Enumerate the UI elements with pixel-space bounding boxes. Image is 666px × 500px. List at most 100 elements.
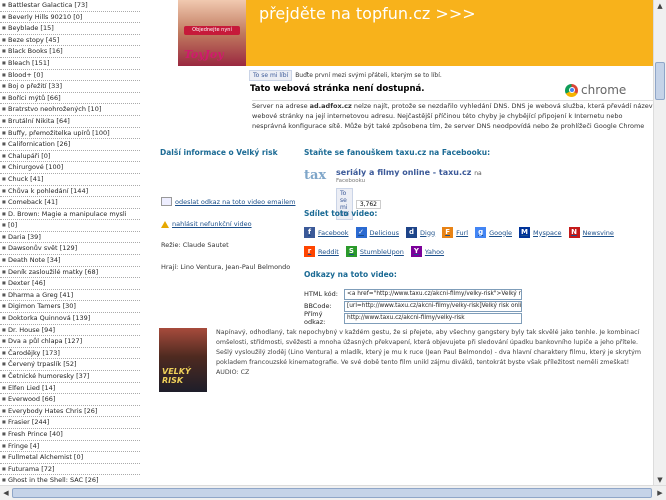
sidebar-item[interactable]: Buffy, přemožitelka upírů [100] xyxy=(0,128,140,140)
chrome-logo: chrome xyxy=(565,83,626,97)
ad-link-text[interactable]: přejděte na topfun.cz >>> xyxy=(259,4,476,23)
sidebar-item[interactable]: Beverly Hills 90210 [0] xyxy=(0,12,140,24)
sidebar-item[interactable]: Dawsonův svět [129] xyxy=(0,243,140,256)
sidebar-item[interactable]: Fresh Prince [40] xyxy=(0,429,140,441)
share-facebook[interactable]: f Facebook xyxy=(304,227,349,238)
share-label[interactable]: Google xyxy=(489,229,512,237)
sidebar-item[interactable]: Červený trpaslík [52] xyxy=(0,359,140,371)
share-label[interactable]: Digg xyxy=(420,229,435,237)
share-google[interactable]: g Google xyxy=(475,227,512,238)
sidebar-item[interactable]: [0] xyxy=(0,220,140,232)
sidebar-item[interactable]: Everybody Hates Chris [26] xyxy=(0,406,140,418)
fb-like-button[interactable]: To se mi líbí xyxy=(249,70,293,81)
sidebar-item[interactable]: Chalupáři [0] xyxy=(0,151,140,163)
sidebar-item[interactable]: Chůva k pohledání [144] xyxy=(0,186,140,198)
link-field[interactable]: [url=http://www.taxu.cz/akcni-filmy/velk… xyxy=(344,300,522,312)
delicious-icon: ✓ xyxy=(355,227,367,238)
sidebar-item[interactable]: Čarodějky [173] xyxy=(0,348,140,360)
share-reddit[interactable]: r Reddit xyxy=(304,246,339,257)
sidebar-item[interactable]: Black Books [16] xyxy=(0,46,140,58)
link-row: Přímý odkaz: http://www.taxu.cz/akcni-fil… xyxy=(304,310,522,326)
ad-image[interactable]: Objednejte nyní ToyJoy xyxy=(178,0,246,66)
link-field[interactable]: <a href="http://www.taxu.cz/akcni-filmy/… xyxy=(344,288,522,300)
share-delicious[interactable]: ✓ Delicious xyxy=(355,227,399,238)
movie-description: Napínavý, odhodlaný, tak nepochybný v ka… xyxy=(216,328,656,378)
share-label[interactable]: Reddit xyxy=(318,248,339,256)
link-field[interactable]: http://www.taxu.cz/akcni-filmy/velky-ris… xyxy=(344,312,522,324)
sidebar-item[interactable]: Chuck [41] xyxy=(0,174,140,186)
sidebar-item[interactable]: Deník zasloužilé matky [68] xyxy=(0,267,140,279)
email-link-text[interactable]: odeslat odkaz na toto video emailem xyxy=(175,198,295,206)
sidebar-item[interactable]: Dharma a Greg [41] xyxy=(0,290,140,302)
sidebar-item[interactable]: Dva a půl chlapa [127] xyxy=(0,336,140,348)
share-furl[interactable]: F Furl xyxy=(442,227,468,238)
scroll-thumb[interactable] xyxy=(655,62,665,100)
scroll-up-icon[interactable]: ▲ xyxy=(654,0,666,12)
vertical-scrollbar[interactable]: ▲ ▼ xyxy=(653,0,666,486)
report-link-text[interactable]: nahlásit nefunkční video xyxy=(172,220,252,228)
sidebar-item[interactable]: Death Note [34] xyxy=(0,255,140,267)
fb-page-name[interactable]: seriály a filmy online - taxu.cz na xyxy=(336,168,482,177)
sidebar-item[interactable]: Californication [26] xyxy=(0,139,140,151)
scroll-right-icon[interactable]: ▶ xyxy=(654,487,666,499)
yahoo-icon: Y xyxy=(410,246,422,257)
sidebar-item[interactable]: Fullmetal Alchemist [0] xyxy=(0,452,140,464)
taxu-logo[interactable]: tax xyxy=(304,168,332,192)
sidebar-item[interactable]: Beyblade [15] xyxy=(0,23,140,35)
sidebar-item[interactable]: Elfen Lied [14] xyxy=(0,383,140,395)
share-yahoo[interactable]: Y Yahoo xyxy=(410,246,444,257)
sidebar-item[interactable]: Chirurgové [100] xyxy=(0,162,140,174)
sidebar-item[interactable]: Futurama [72] xyxy=(0,464,140,476)
share-label[interactable]: Delicious xyxy=(370,229,399,237)
sidebar-item[interactable]: Boj o přežití [33] xyxy=(0,81,140,93)
sidebar-item[interactable]: Četnické humoresky [37] xyxy=(0,371,140,383)
email-link[interactable]: odeslat odkaz na toto video emailem xyxy=(161,197,295,206)
sidebar-item[interactable]: Fringe [4] xyxy=(0,441,140,453)
fb-page-name-text[interactable]: seriály a filmy online - taxu.cz xyxy=(336,168,471,177)
scroll-left-icon[interactable]: ◀ xyxy=(0,487,12,499)
sidebar-item[interactable]: Dr. House [94] xyxy=(0,325,140,337)
links-heading: Odkazy na toto video: xyxy=(304,270,397,279)
share-myspace[interactable]: M Myspace xyxy=(519,227,562,238)
ad-link-panel[interactable]: přejděte na topfun.cz >>> xyxy=(246,0,654,66)
sidebar-item[interactable]: Battlestar Galactica [73] xyxy=(0,0,140,12)
share-label[interactable]: Yahoo xyxy=(425,248,444,256)
sidebar-item[interactable]: Digimon Tamers [30] xyxy=(0,301,140,314)
sidebar-item[interactable]: Boříci mýtů [66] xyxy=(0,93,140,105)
share-label[interactable]: Facebook xyxy=(318,229,349,237)
link-label: BBCode: xyxy=(304,302,332,310)
share-label[interactable]: Furl xyxy=(456,229,468,237)
sidebar-item[interactable]: Dexter [46] xyxy=(0,278,140,290)
sidebar-item[interactable]: Blood+ [0] xyxy=(0,70,140,82)
sidebar-item[interactable]: Comeback [41] xyxy=(0,197,140,209)
ad-order-button[interactable]: Objednejte nyní xyxy=(184,26,240,35)
h-scroll-thumb[interactable] xyxy=(12,488,652,498)
sidebar-item[interactable]: Bleach [151] xyxy=(0,58,140,70)
sidebar-item[interactable]: Everwood [66] xyxy=(0,394,140,406)
share-links-2: r Reddit S StumbleUpon Y Yahoo xyxy=(304,246,444,257)
error-title: Tato webová stránka není dostupná. xyxy=(250,84,425,94)
share-newsvine[interactable]: N Newsvine xyxy=(568,227,614,238)
share-stumbleupon[interactable]: S StumbleUpon xyxy=(345,246,404,257)
sidebar-item[interactable]: Doktorka Quinnová [139] xyxy=(0,313,140,325)
ad-banner[interactable]: Objednejte nyní ToyJoy přejděte na topfu… xyxy=(178,0,658,66)
sidebar-item[interactable]: Beze stopy [45] xyxy=(0,35,140,47)
sidebar-item[interactable]: Bratrstvo neohrožených [10] xyxy=(0,104,140,116)
share-label[interactable]: Myspace xyxy=(533,229,562,237)
movie-poster[interactable]: VELKÝ RISK xyxy=(159,328,207,392)
sidebar-item[interactable]: Frasier [244] xyxy=(0,417,140,429)
sidebar-item[interactable]: Daria [39] xyxy=(0,232,140,244)
share-label[interactable]: Newsvine xyxy=(583,229,614,237)
horizontal-scrollbar[interactable]: ◀ ▶ xyxy=(0,485,666,500)
warning-icon xyxy=(161,220,169,228)
audio-info: AUDIO: CZ xyxy=(216,369,250,376)
fb-page-sub: Facebooku xyxy=(336,178,366,184)
sidebar-item[interactable]: D. Brown: Magie a manipulace mysli xyxy=(0,209,140,221)
share-label[interactable]: StumbleUpon xyxy=(360,248,404,256)
share-digg[interactable]: d Digg xyxy=(406,227,435,238)
error-domain: ad.adfox.cz xyxy=(309,102,352,110)
sidebar-item[interactable]: Brutální Nikita [64] xyxy=(0,116,140,128)
facebook-icon: f xyxy=(304,227,315,238)
report-link[interactable]: nahlásit nefunkční video xyxy=(161,220,252,228)
ad-logo: ToyJoy xyxy=(184,48,224,61)
